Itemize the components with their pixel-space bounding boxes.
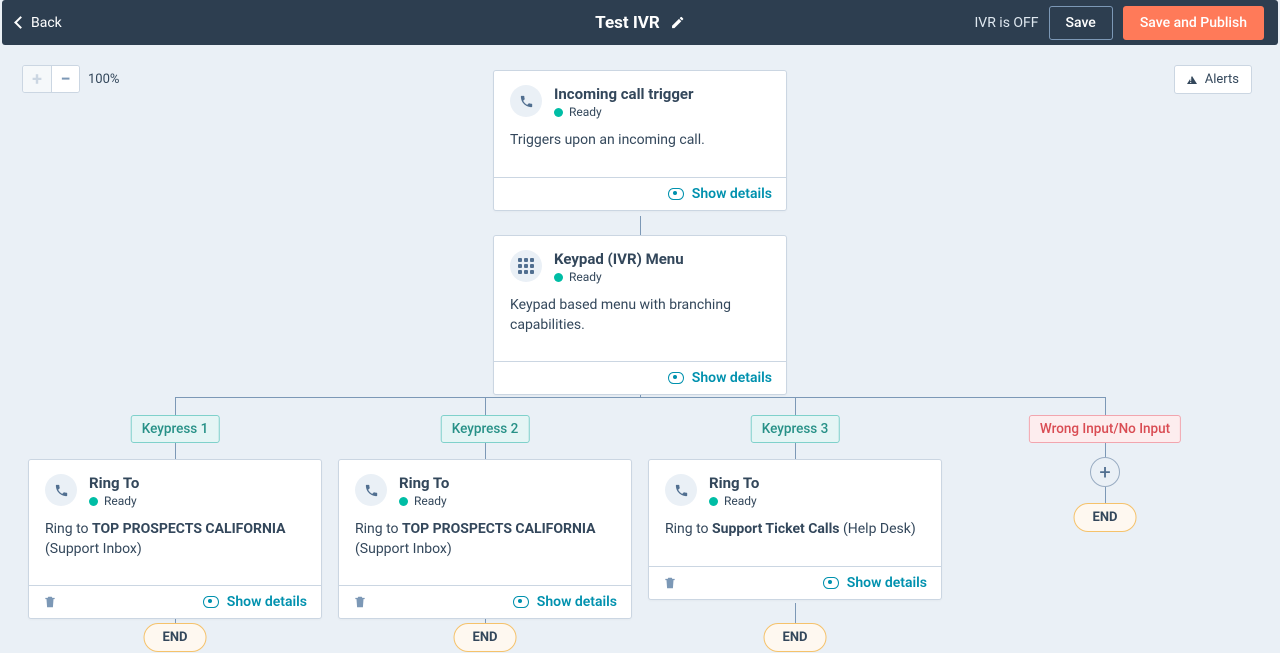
card-description: Triggers upon an incoming call. [494,125,786,177]
end-badge: END [764,623,827,652]
connector [1105,487,1106,503]
card-description: Ring to TOP PROSPECTS CALIFORNIA (Suppor… [339,514,631,585]
phone-icon [510,85,542,117]
phone-icon [665,474,697,506]
card-title: Ring To [89,474,139,492]
eye-icon [668,188,684,200]
wrong-input-chip[interactable]: Wrong Input/No Input [1029,415,1181,443]
show-details-button[interactable]: Show details [203,594,307,610]
card-status: Ready [569,105,602,119]
eye-icon [668,372,684,384]
end-badge: END [1074,503,1137,532]
ivr-status: IVR is OFF [974,15,1038,31]
card-title: Keypad (IVR) Menu [554,250,684,268]
keypress-3-chip[interactable]: Keypress 3 [751,415,840,443]
keypress-2-chip[interactable]: Keypress 2 [441,415,530,443]
end-badge: END [144,623,207,652]
show-details-button[interactable]: Show details [823,575,927,591]
card-status: Ready [724,494,757,508]
end-badge: END [454,623,517,652]
delete-icon[interactable] [663,575,677,591]
connector [175,397,1105,398]
trigger-card[interactable]: Incoming call trigger Ready Triggers upo… [493,70,787,211]
edit-title-icon[interactable] [670,15,685,30]
eye-icon [203,596,219,608]
show-details-button[interactable]: Show details [513,594,617,610]
eye-icon [823,577,839,589]
card-description: Ring to TOP PROSPECTS CALIFORNIA (Suppor… [29,514,321,585]
status-dot-icon [709,497,718,506]
chevron-left-icon [14,16,27,29]
save-publish-button[interactable]: Save and Publish [1123,6,1264,40]
ring-to-card-2[interactable]: Ring To Ready Ring to TOP PROSPECTS CALI… [338,459,632,619]
delete-icon[interactable] [353,594,367,610]
phone-icon [355,474,387,506]
workflow-canvas[interactable]: Incoming call trigger Ready Triggers upo… [0,45,1280,653]
back-label: Back [31,15,62,31]
card-status: Ready [414,494,447,508]
connector [795,603,796,625]
card-description: Ring to Support Ticket Calls (Help Desk) [649,514,941,566]
card-title: Incoming call trigger [554,85,694,103]
add-step-button[interactable]: + [1090,457,1120,487]
app-header: Back Test IVR IVR is OFF Save Save and P… [2,0,1278,45]
status-dot-icon [399,497,408,506]
back-button[interactable]: Back [16,15,62,31]
status-dot-icon [554,273,563,282]
ring-to-card-1[interactable]: Ring To Ready Ring to TOP PROSPECTS CALI… [28,459,322,619]
save-button[interactable]: Save [1049,6,1113,40]
ring-to-card-3[interactable]: Ring To Ready Ring to Support Ticket Cal… [648,459,942,600]
status-dot-icon [89,497,98,506]
keypad-icon [510,250,542,282]
card-status: Ready [104,494,137,508]
keypad-menu-card[interactable]: Keypad (IVR) Menu Ready Keypad based men… [493,235,787,395]
delete-icon[interactable] [43,594,57,610]
status-dot-icon [554,108,563,117]
page-title: Test IVR [595,13,660,33]
phone-icon [45,474,77,506]
card-status: Ready [569,270,602,284]
card-title: Ring To [399,474,449,492]
show-details-button[interactable]: Show details [668,370,772,386]
connector [640,216,641,235]
card-title: Ring To [709,474,759,492]
card-description: Keypad based menu with branching capabil… [494,290,786,361]
keypress-1-chip[interactable]: Keypress 1 [131,415,220,443]
eye-icon [513,596,529,608]
show-details-button[interactable]: Show details [668,186,772,202]
